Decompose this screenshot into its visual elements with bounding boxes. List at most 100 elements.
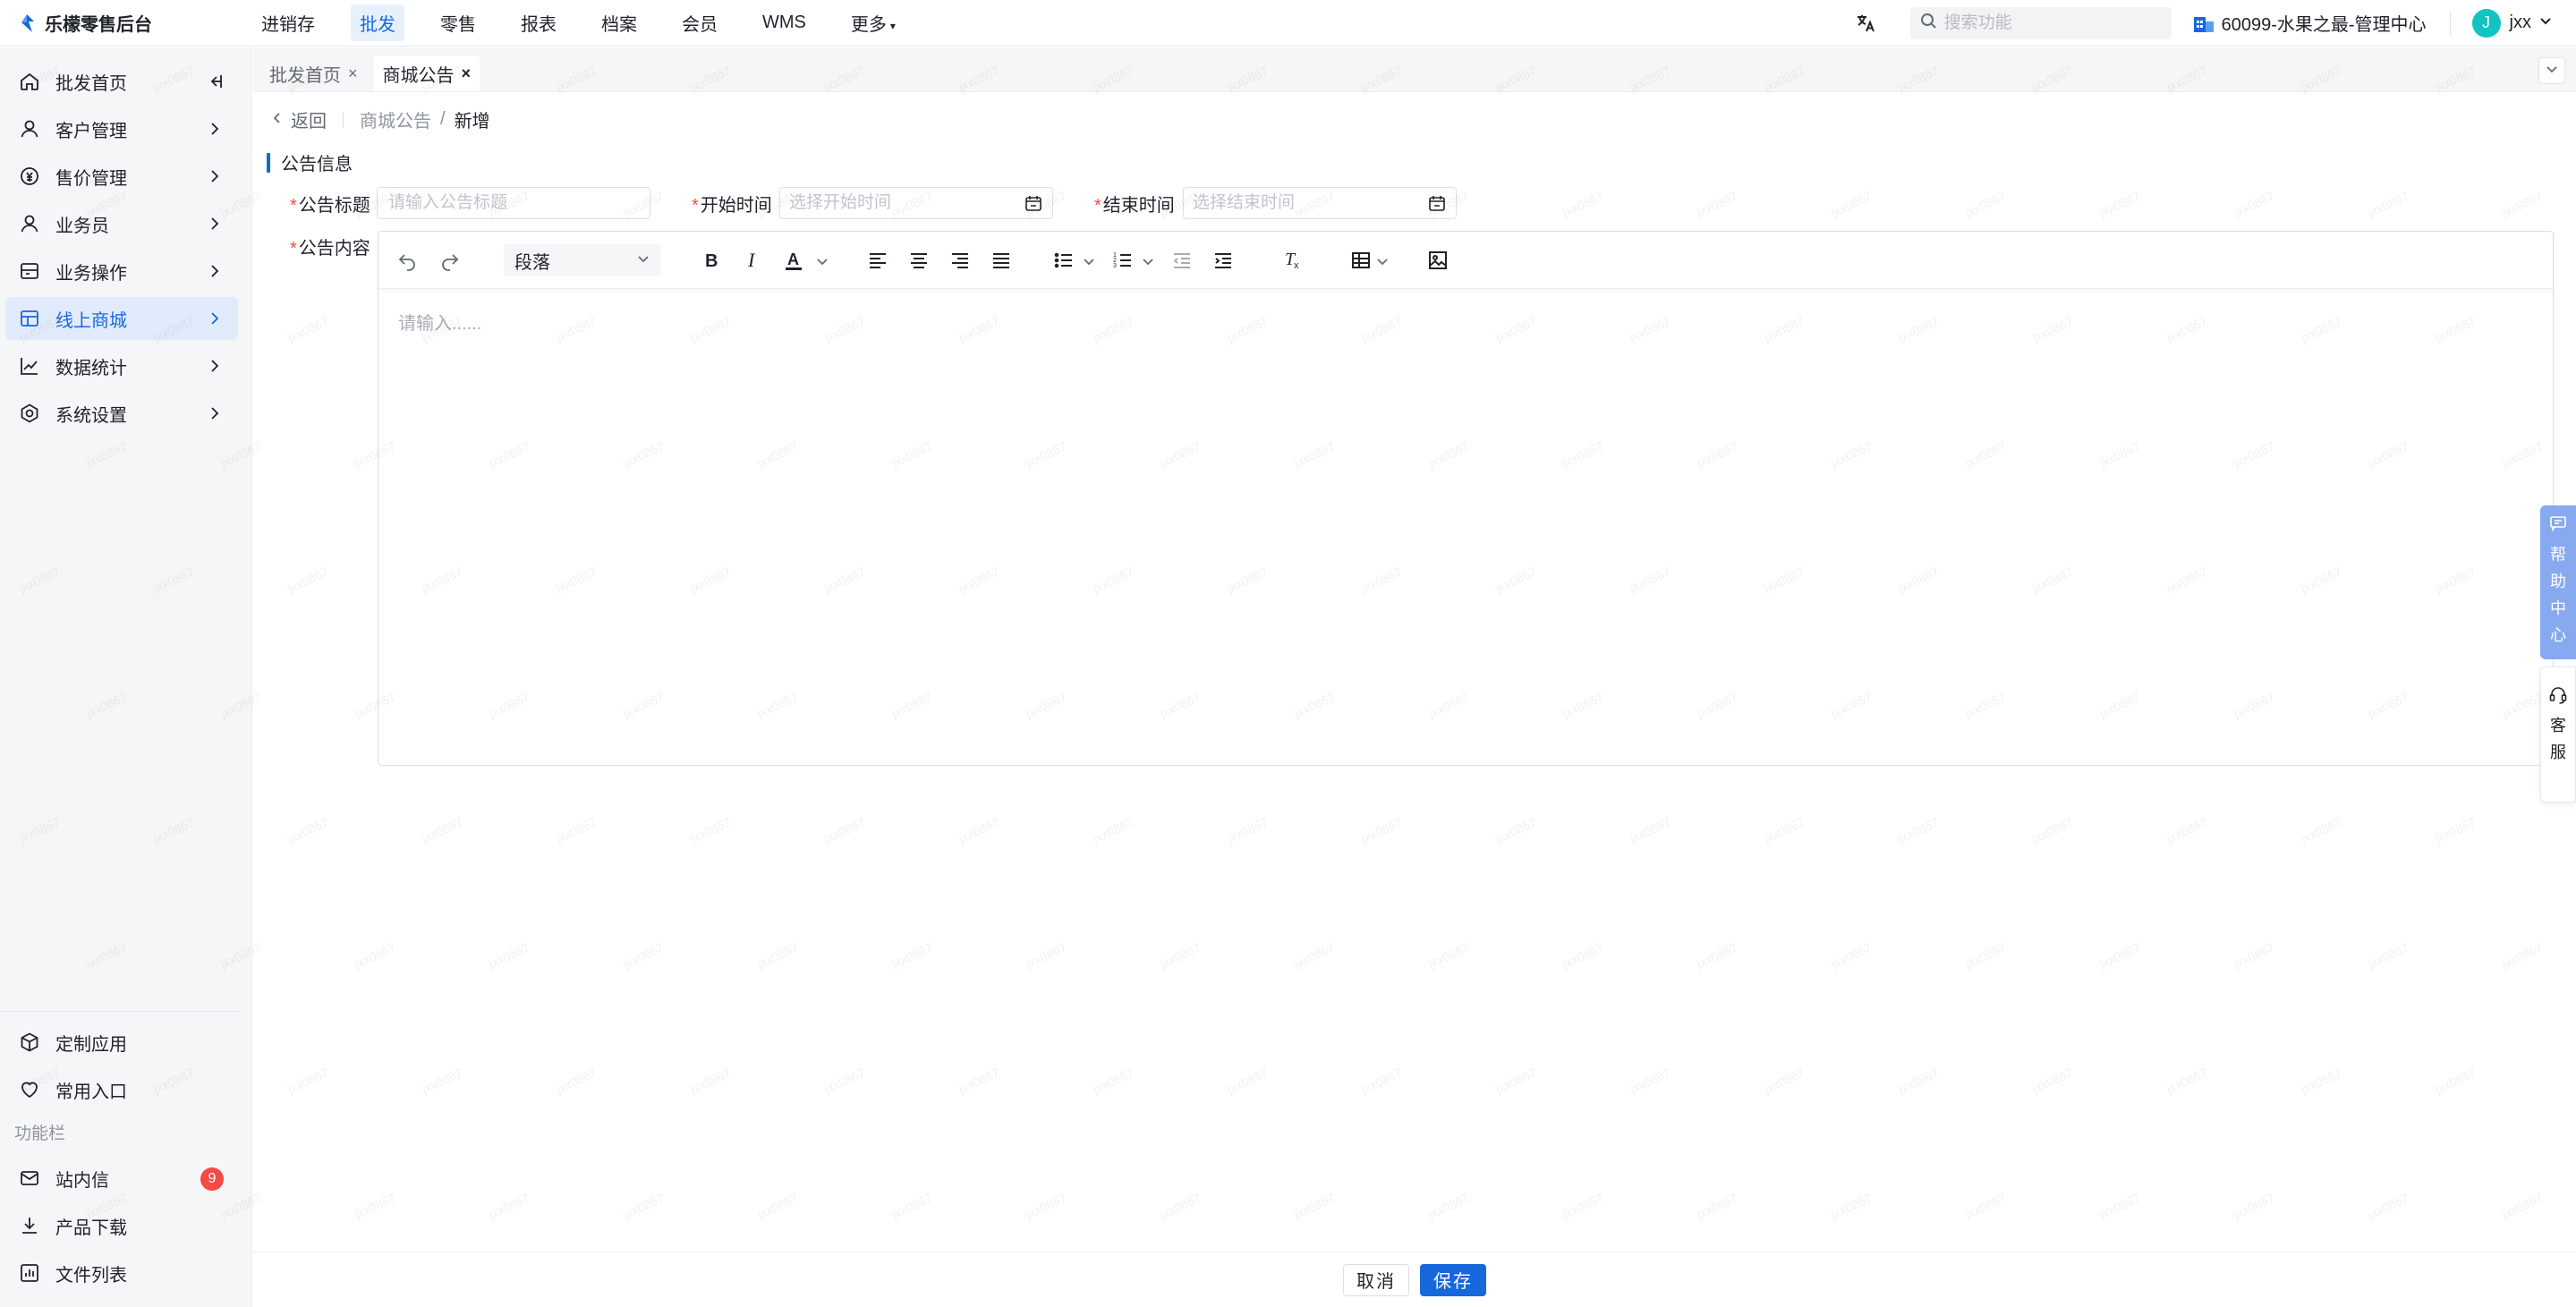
required-mark: * — [290, 239, 297, 259]
chevron-down-icon[interactable] — [815, 253, 829, 267]
user-name: jxx — [2509, 13, 2531, 32]
topnav-baobiao[interactable]: 报表 — [512, 4, 565, 41]
sidebar-item-price[interactable]: 售价管理 — [5, 155, 238, 198]
back-button[interactable]: 返回 — [271, 106, 327, 132]
table-icon[interactable] — [1348, 248, 1373, 273]
bold-icon[interactable]: B — [699, 248, 724, 273]
editor-content-area[interactable]: 请输入...... — [398, 309, 481, 335]
numbered-list-icon[interactable]: 123 — [1110, 248, 1135, 273]
topnav-more[interactable]: 更多 ▾ — [842, 4, 905, 41]
translate-icon[interactable] — [1853, 11, 1878, 36]
sidebar-item-pifa-home[interactable]: 批发首页 — [5, 60, 238, 103]
end-time-label: * 结束时间 — [1094, 191, 1175, 216]
paragraph-format-select[interactable]: 段落 — [504, 244, 661, 276]
chevron-down-icon[interactable] — [1375, 253, 1390, 267]
align-justify-icon[interactable] — [989, 248, 1014, 273]
sidebar-divider — [0, 1011, 240, 1012]
paragraph-format-value: 段落 — [514, 252, 550, 273]
italic-icon[interactable]: I — [740, 248, 765, 273]
chevron-right-icon — [206, 310, 224, 327]
sidebar-item-custom-apps[interactable]: 定制应用 — [5, 1021, 238, 1064]
chevron-right-icon — [206, 404, 224, 422]
avatar: J — [2471, 8, 2501, 38]
sidebar-item-favorites[interactable]: 常用入口 — [5, 1068, 238, 1111]
search-input[interactable] — [1943, 13, 2159, 33]
topnav-wms[interactable]: WMS — [753, 7, 815, 38]
chevron-down-icon[interactable] — [1082, 253, 1096, 267]
org-switcher[interactable]: 60099-水果之最-管理中心 — [2193, 10, 2427, 36]
bullet-list-icon[interactable] — [1051, 248, 1076, 273]
topnav-jinxiaocun[interactable]: 进销存 — [252, 4, 324, 41]
headset-icon — [2548, 685, 2568, 710]
chevron-right-icon — [206, 215, 224, 233]
outdent-icon[interactable] — [1169, 248, 1194, 273]
align-center-icon[interactable] — [906, 248, 931, 273]
end-time-picker[interactable] — [1183, 187, 1457, 219]
sidebar-item-customers[interactable]: 客户管理 — [5, 107, 238, 150]
indent-icon[interactable] — [1211, 248, 1236, 273]
redo-icon[interactable] — [438, 248, 463, 273]
topnav-pifa[interactable]: 批发 — [351, 4, 404, 41]
heart-icon — [18, 1078, 41, 1101]
tabs-dropdown-button[interactable] — [2538, 57, 2565, 84]
image-icon[interactable] — [1425, 248, 1450, 273]
sidebar-item-online-store[interactable]: 线上商城 — [5, 297, 238, 340]
undo-icon[interactable] — [395, 248, 420, 273]
breadcrumb: 返回 商城公告 / 新增 — [271, 106, 490, 132]
align-right-icon[interactable] — [948, 248, 973, 273]
save-button[interactable]: 保存 — [1420, 1263, 1486, 1296]
chevron-down-icon — [2545, 61, 2559, 81]
sidebar-item-salesman[interactable]: 业务员 — [5, 202, 238, 245]
search-icon — [1919, 12, 1937, 35]
brand-name: 乐檬零售后台 — [45, 15, 152, 35]
customer-service-float[interactable]: 客服 — [2540, 666, 2576, 802]
help-center-float[interactable]: 帮助中心 — [2540, 505, 2576, 659]
sidebar-item-statistics[interactable]: 数据统计 — [5, 344, 238, 387]
sidebar-item-messages[interactable]: 站内信 9 — [5, 1157, 238, 1200]
chevron-down-icon[interactable] — [1141, 253, 1155, 267]
cancel-button[interactable]: 取消 — [1343, 1263, 1409, 1296]
start-time-picker[interactable] — [779, 187, 1053, 219]
brand[interactable]: 乐檬零售后台 — [0, 10, 252, 36]
start-time-input[interactable] — [789, 193, 1013, 213]
tab-label: 批发首页 — [269, 65, 341, 86]
svg-text:B: B — [705, 251, 718, 270]
user-menu[interactable]: J jxx — [2471, 8, 2553, 38]
store-icon — [18, 307, 41, 330]
help-center-label: 帮助中心 — [2550, 546, 2566, 644]
close-icon[interactable]: × — [462, 64, 472, 83]
clear-format-icon[interactable]: Tx — [1280, 248, 1305, 273]
mail-icon — [18, 1167, 41, 1190]
topnav-dangan[interactable]: 档案 — [592, 4, 646, 41]
sidebar-item-operation[interactable]: 业务操作 — [5, 250, 238, 293]
font-color-icon[interactable]: A — [781, 248, 806, 273]
close-icon[interactable]: × — [348, 64, 358, 83]
title-input[interactable] — [377, 187, 650, 219]
cube-icon — [18, 1031, 41, 1054]
chevron-right-icon — [206, 357, 224, 375]
title-label: * 公告标题 — [290, 191, 370, 216]
section-title-text: 公告信息 — [281, 155, 353, 174]
tab-label: 商城公告 — [382, 65, 455, 86]
sidebar-item-file-list[interactable]: 文件列表 — [5, 1252, 238, 1294]
topnav-lingshou[interactable]: 零售 — [431, 4, 485, 41]
breadcrumb-parent[interactable]: 商城公告 — [360, 106, 431, 132]
top-bar: 乐檬零售后台 进销存 批发 零售 报表 档案 会员 WMS 更多▾ 60099-… — [0, 0, 2576, 47]
topnav-more-label: 更多 — [850, 15, 887, 35]
user-icon — [18, 117, 41, 140]
rich-text-editor: 段落 B I A 123 Tx 请输入...... — [378, 231, 2554, 766]
tab-pifa-home[interactable]: 批发首页 × — [260, 55, 367, 91]
search-box[interactable] — [1909, 6, 2172, 39]
sidebar-item-label: 线上商城 — [55, 310, 127, 331]
back-label: 返回 — [291, 112, 327, 132]
sidebar-item-download[interactable]: 产品下载 — [5, 1204, 238, 1247]
topnav-huiyuan[interactable]: 会员 — [673, 4, 727, 41]
sidebar-item-label: 售价管理 — [55, 168, 127, 189]
collapse-sidebar-icon[interactable] — [206, 72, 224, 90]
end-time-input[interactable] — [1193, 193, 1416, 213]
sidebar-item-settings[interactable]: 系统设置 — [5, 392, 238, 435]
tab-store-notice[interactable]: 商城公告 × — [373, 55, 480, 91]
chevron-right-icon — [206, 262, 224, 280]
sidebar-item-label: 文件列表 — [55, 1265, 127, 1286]
align-left-icon[interactable] — [865, 248, 890, 273]
